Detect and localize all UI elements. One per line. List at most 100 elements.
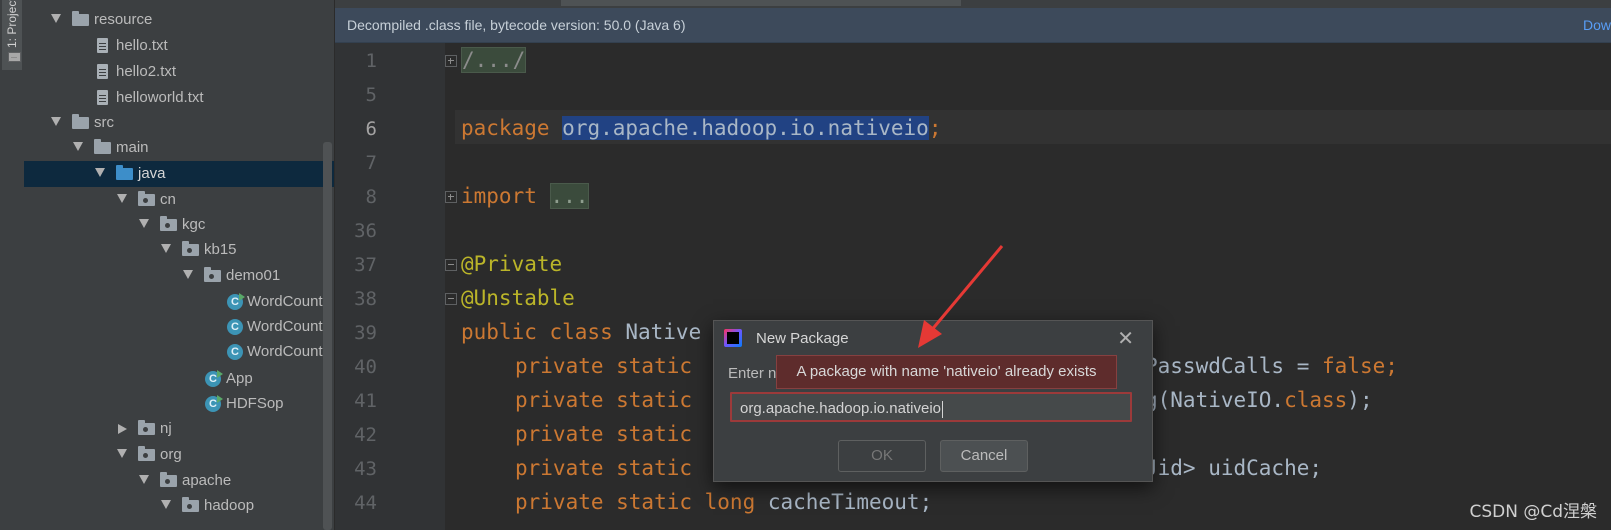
editor-gutter [335,43,445,530]
active-editor-tab[interactable] [561,0,961,6]
line-number: 38 [354,288,377,310]
package-icon [138,191,155,206]
tree-item-kgc[interactable]: kgc [24,212,334,238]
tree-item-kb15[interactable]: kb15 [24,237,334,263]
folded-header[interactable]: /.../ [461,47,527,73]
source-folder-icon [116,165,133,180]
expand-arrow-icon[interactable] [183,270,193,279]
tree-item-helloworld-txt[interactable]: helloworld.txt [24,85,334,111]
expand-arrow-icon[interactable] [117,194,127,203]
fold-expand-icon[interactable] [445,191,457,203]
folded-imports[interactable]: ... [549,183,590,209]
package-icon [204,267,221,282]
expand-arrow-icon[interactable] [117,449,127,458]
code-line[interactable]: package org.apache.hadoop.io.nativeio; [461,116,941,140]
tree-item-label: hello2.txt [116,63,177,80]
tree-item-label: cn [160,191,176,208]
tree-item-demo01[interactable]: demo01 [24,263,334,289]
tree-scrollbar[interactable] [323,142,332,530]
tree-item-label: WordCountI [247,343,327,360]
tree-item-hello-txt[interactable]: hello.txt [24,33,334,59]
tree-item-label: HDFSop [226,395,284,412]
code-line[interactable]: import ... [461,183,590,209]
text-file-icon [97,64,108,79]
collapse-arrow-icon[interactable] [118,424,127,434]
line-number: 44 [354,492,377,514]
package-icon [160,216,177,231]
fold-collapse-icon[interactable] [445,293,457,305]
text-file-icon [97,90,108,105]
keyword: private static [515,388,693,412]
package-icon [138,420,155,435]
close-icon[interactable]: ✕ [1117,326,1134,350]
tree-item-label: apache [182,472,232,489]
project-tab-label: 1: Project [5,0,19,48]
cancel-button[interactable]: Cancel [940,440,1028,472]
expand-arrow-icon[interactable] [161,244,171,253]
code-line[interactable]: public class Native [461,320,701,344]
tree-item-hdfsop[interactable]: C HDFSop [24,391,334,417]
tree-item-apache[interactable]: apache [24,468,334,494]
tree-item-src[interactable]: src [24,110,334,136]
tree-item-label: src [94,114,114,131]
tree-item-hello2-txt[interactable]: hello2.txt [24,59,334,85]
line-number: 5 [365,84,377,106]
folder-icon [94,139,111,154]
ok-button[interactable]: OK [838,440,926,472]
tree-item-main[interactable]: main [24,135,334,161]
semicolon: ; [1385,354,1398,378]
tree-item-app[interactable]: C App [24,366,334,392]
error-tooltip: A package with name 'nativeio' already e… [776,355,1117,389]
tree-item-nj[interactable]: nj [24,416,334,442]
dialog-title: New Package [756,330,849,347]
code-line[interactable]: private static long cacheTimeout; [515,490,932,514]
tool-window-strip: 1: Project [0,0,25,530]
code-line-tail[interactable]: PasswdCalls = false; [1145,354,1398,378]
package-name-input[interactable]: org.apache.hadoop.io.nativeio [730,392,1132,422]
code-line[interactable]: @Unstable [461,286,575,310]
runnable-class-icon: C [205,395,223,412]
keyword: private static [515,456,693,480]
expand-arrow-icon[interactable] [161,500,171,509]
code-line[interactable]: private static [515,422,692,446]
class-name: Native [612,320,702,344]
expand-arrow-icon[interactable] [95,168,105,177]
code-line-tail[interactable]: g(NativeIO.class); [1145,388,1373,412]
expand-arrow-icon[interactable] [139,219,149,228]
tree-item-resource[interactable]: resource [24,7,334,33]
line-number: 1 [365,50,377,72]
fold-collapse-icon[interactable] [445,259,457,271]
code-line[interactable]: private static [515,456,692,480]
tree-item-wordcount-3[interactable]: C WordCountI [24,339,334,365]
tree-item-org[interactable]: org [24,442,334,468]
keyword: private static long [515,490,756,514]
tree-item-wordcount-1[interactable]: C WordCountI [24,289,334,315]
tree-item-hadoop[interactable]: hadoop [24,493,334,519]
line-number: 42 [354,424,377,446]
tree-item-wordcount-2[interactable]: C WordCountI [24,314,334,340]
project-tree: resource hello.txt hello2.txt helloworld… [24,0,334,530]
line-number: 41 [354,390,377,412]
tree-item-label: main [116,139,149,156]
expand-arrow-icon[interactable] [51,117,61,126]
tree-item-cn[interactable]: cn [24,187,334,213]
package-icon [138,446,155,461]
code-line[interactable]: @Private [461,252,562,276]
expand-arrow-icon[interactable] [51,14,61,23]
line-number: 7 [365,152,377,174]
code-line[interactable]: /.../ [461,47,527,73]
code-line[interactable]: private static [515,354,692,378]
expand-arrow-icon[interactable] [139,475,149,484]
line-number: 6 [365,118,377,140]
tree-item-label: App [226,370,253,387]
download-sources-link[interactable]: Dow [1583,17,1611,33]
tree-item-java[interactable]: java [24,161,334,187]
folder-icon [72,11,89,26]
expand-arrow-icon[interactable] [73,142,83,151]
code-line-tail[interactable]: Jid> uidCache; [1145,456,1322,480]
project-tool-tab[interactable]: 1: Project [2,0,22,70]
code-line[interactable]: private static [515,388,692,412]
watermark: CSDN @Cd涅槃 [1469,502,1597,522]
fold-expand-icon[interactable] [445,55,457,67]
input-value: org.apache.hadoop.io.nativeio [740,400,941,417]
